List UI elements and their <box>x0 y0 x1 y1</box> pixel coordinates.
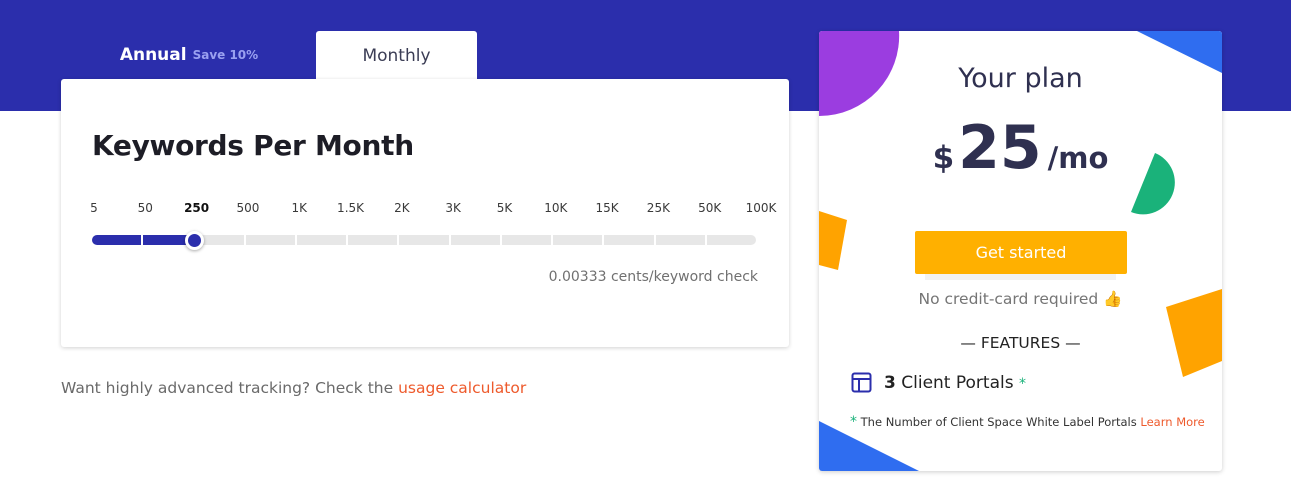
slider-segment[interactable] <box>553 235 603 245</box>
slider-segment[interactable] <box>92 235 142 245</box>
slider-tick-label[interactable]: 250 <box>184 201 209 215</box>
slider-tick-label[interactable]: 50K <box>698 201 721 215</box>
plan-title: Your plan <box>958 63 1083 94</box>
plan-price: $ 25 /mo <box>819 113 1222 183</box>
slider-segment[interactable] <box>348 235 398 245</box>
footnote: * The Number of Client Space White Label… <box>850 414 1205 430</box>
price-currency: $ <box>932 140 955 176</box>
features-heading: — FEATURES — <box>960 334 1081 352</box>
plan-card: Your plan $ 25 /mo Get started No credit… <box>819 31 1222 471</box>
note-text: Want highly advanced tracking? Check the <box>61 379 394 397</box>
feature-asterisk: * <box>1018 375 1026 392</box>
tab-monthly[interactable]: Monthly <box>316 31 477 80</box>
slider-handle[interactable] <box>185 231 204 250</box>
slider-tick-label[interactable]: 1K <box>291 201 307 215</box>
slider-segment[interactable] <box>245 235 295 245</box>
slider-tick-label[interactable]: 3K <box>445 201 461 215</box>
no-cc-label: No credit-card required <box>918 290 1099 308</box>
no-credit-card-text: No credit-card required 👍 <box>819 290 1222 308</box>
keywords-title: Keywords Per Month <box>92 129 414 162</box>
slider-tick-label[interactable]: 5 <box>90 201 98 215</box>
learn-more-link[interactable]: Learn More <box>1140 415 1204 429</box>
slider-tick-labels: 5 50 250 500 1K 1.5K 2K 3K 5K 10K 15K 25K 50K 100K <box>61 201 789 217</box>
feature-label: Client Portals <box>901 372 1014 393</box>
usage-calculator-link[interactable]: usage calculator <box>398 379 526 397</box>
price-period: /mo <box>1047 141 1109 175</box>
slider-segment[interactable] <box>296 235 347 245</box>
slider-segment[interactable] <box>604 235 654 245</box>
slider-tick-label[interactable]: 10K <box>544 201 567 215</box>
tab-annual[interactable]: Annual Save 10% <box>62 31 316 79</box>
footnote-asterisk: * <box>850 414 857 430</box>
slider-tick-label[interactable]: 50 <box>138 201 153 215</box>
slider-tick-label[interactable]: 500 <box>236 201 259 215</box>
slider-tick-label[interactable]: 25K <box>647 201 670 215</box>
keywords-card: Keywords Per Month 5 50 250 500 1K 1.5K 2K 3K 5K… <box>61 79 789 347</box>
feature-client-portals: 3 Client Portals * <box>851 372 1026 393</box>
slider-segment[interactable] <box>399 235 449 245</box>
slider-segment[interactable] <box>706 235 756 245</box>
tab-annual-label: Annual <box>119 45 187 65</box>
button-shadow <box>925 274 1116 280</box>
rate-text: 0.00333 cents/keyword check <box>548 269 758 285</box>
thumbs-up-icon: 👍 <box>1103 290 1123 308</box>
footnote-text: The Number of Client Space White Label P… <box>860 415 1137 429</box>
slider-segment[interactable] <box>450 235 500 245</box>
slider-segment[interactable] <box>501 235 552 245</box>
slider-tick-label[interactable]: 15K <box>595 201 618 215</box>
slider-tick-label[interactable]: 100K <box>746 201 777 215</box>
slider-segment[interactable] <box>655 235 705 245</box>
slider-tick-label[interactable]: 1.5K <box>337 201 364 215</box>
slider-tick-label[interactable]: 5K <box>497 201 513 215</box>
feature-count: 3 <box>884 372 896 393</box>
portal-layout-icon <box>851 372 872 393</box>
advanced-tracking-note: Want highly advanced tracking? Check the… <box>61 379 526 397</box>
slider-tick-label[interactable]: 2K <box>394 201 410 215</box>
get-started-button[interactable]: Get started <box>915 231 1127 274</box>
save-badge: Save 10% <box>192 48 259 62</box>
orange-square-left-shape <box>819 211 847 270</box>
price-amount: 25 <box>958 113 1042 183</box>
